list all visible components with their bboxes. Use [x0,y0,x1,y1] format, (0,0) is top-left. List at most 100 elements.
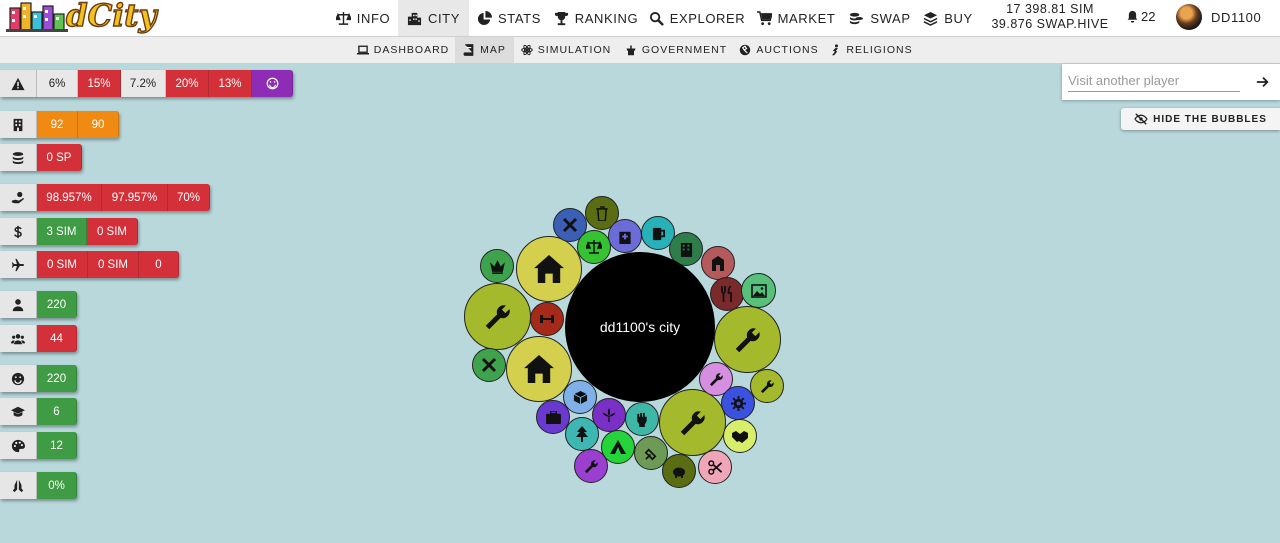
gym-bubble[interactable] [530,302,564,336]
workshop-bubble[interactable] [464,283,531,350]
bank-bubble[interactable] [662,454,696,488]
username[interactable]: DD1100 [1211,10,1261,25]
tab-auctions[interactable]: AUCTIONS [738,37,820,63]
trophy-icon [554,11,568,25]
nav-explorer[interactable]: EXPLORER [648,0,746,36]
piggy-bank-icon [673,467,685,478]
money-income-value[interactable]: 3 SIM [37,218,87,245]
restaurant-bubble[interactable] [710,277,744,311]
nav-city[interactable]: CITY [398,0,469,36]
hospital-bubble[interactable] [608,219,642,253]
travel-value[interactable]: 0 SIM [88,251,139,278]
crown-bubble[interactable] [480,249,514,283]
education-value[interactable]: 6 [37,398,77,425]
tools-bubble[interactable] [472,348,506,382]
house-icon [534,255,564,283]
happiness-value[interactable]: 220 [37,365,77,392]
income-value[interactable]: 98.957% [37,184,102,211]
protest-bubble[interactable] [625,402,659,436]
user-icon [12,298,24,311]
radio-bubble[interactable] [634,436,668,470]
risk-value[interactable]: 15% [78,70,121,97]
brand-name: dCity [65,0,157,35]
income-stats-row: 98.957% 97.957% 70% [0,184,210,211]
science-bubble[interactable] [721,386,755,420]
education-stats-row: 6 [0,398,77,425]
buildings-value[interactable]: 92 [37,111,78,138]
visit-player-input[interactable] [1068,70,1240,92]
buildings-value[interactable]: 90 [78,111,119,138]
workers-stats-row: 44 [0,325,77,352]
workshop-bubble[interactable] [659,389,726,456]
repair-bubble[interactable] [574,449,608,483]
park-bubble[interactable] [565,417,599,451]
income-value[interactable]: 70% [168,184,210,211]
nav-swap[interactable]: SWAP [846,0,914,36]
tent-icon [610,440,626,454]
nav-buy[interactable]: BUY [920,0,976,36]
bell-icon [1127,10,1138,23]
buildings-stats-row: 92 90 [0,111,119,138]
building-icon [13,118,23,131]
atom-icon [521,44,533,56]
population-value[interactable]: 220 [37,291,77,318]
income-value[interactable]: 97.957% [102,184,168,211]
dcity-logo[interactable]: dCity [4,0,157,36]
top-navigation-bar: dCity INFO CITY STATS RANKING EXPLORER M… [0,0,1280,37]
nav-ranking[interactable]: RANKING [552,0,640,36]
tab-dashboard[interactable]: DASHBOARD [355,37,451,63]
avatar[interactable] [1176,4,1202,30]
arrow-right-icon[interactable] [1256,75,1270,89]
repair-bubble[interactable] [750,369,784,403]
happiness-face-button[interactable] [252,70,293,97]
house-bubble[interactable] [516,236,582,302]
money-stats-row: 3 SIM 0 SIM [0,218,138,245]
notification-count: 22 [1141,9,1156,24]
eye-slash-icon [1134,113,1148,125]
trade-bubble[interactable] [723,419,757,453]
handshake-icon [732,430,748,443]
wrench-icon [485,304,510,329]
gavel-icon [740,44,751,56]
wrench-icon [680,410,705,435]
city-icon [407,12,422,25]
workshop-bubble[interactable] [714,306,781,373]
gallery-bubble[interactable] [741,273,776,308]
wallet-balance[interactable]: 17 398.81 SIM 39.876 SWAP.HIVE [985,2,1115,32]
tab-government[interactable]: GOVERNMENT [622,37,730,63]
school-bubble[interactable] [701,246,735,280]
scales-icon [335,11,351,25]
nav-stats[interactable]: STATS [472,0,546,36]
nav-info[interactable]: INFO [330,0,396,36]
notifications-button[interactable]: 22 [1126,9,1155,24]
scissors-icon [707,459,722,475]
risk-value[interactable]: 7.2% [121,70,166,97]
hide-bubbles-button[interactable]: HIDE THE BUBBLES [1121,108,1280,130]
barber-bubble[interactable] [698,450,732,484]
building-icon [680,242,692,257]
religion-value[interactable]: 0% [37,472,77,499]
culture-value[interactable]: 12 [37,432,77,459]
layers-icon [923,11,938,26]
tab-map[interactable]: MAP [455,37,514,63]
sp-value[interactable]: 0 SP [37,144,82,171]
coins-icon [12,151,24,164]
city-center-bubble[interactable]: dd1100's city [565,252,715,402]
travel-value[interactable]: 0 [139,251,179,278]
gear-icon [730,395,746,411]
money-expense-value[interactable]: 0 SIM [87,218,138,245]
risk-value[interactable]: 20% [166,70,209,97]
workers-value[interactable]: 44 [37,325,77,352]
tree-icon [576,426,588,442]
laptop-icon [356,45,369,55]
tab-simulation[interactable]: SIMULATION [518,37,614,63]
risk-value[interactable]: 13% [209,70,252,97]
nav-market[interactable]: MARKET [752,0,840,36]
pie-chart-icon [477,10,493,25]
tab-religions[interactable]: RELIGIONS [828,37,914,63]
house-bubble[interactable] [506,336,572,402]
risk-value[interactable]: 6% [37,70,78,97]
hand-money-icon [11,191,25,203]
travel-value[interactable]: 0 SIM [37,251,88,278]
tools-icon [562,217,578,233]
